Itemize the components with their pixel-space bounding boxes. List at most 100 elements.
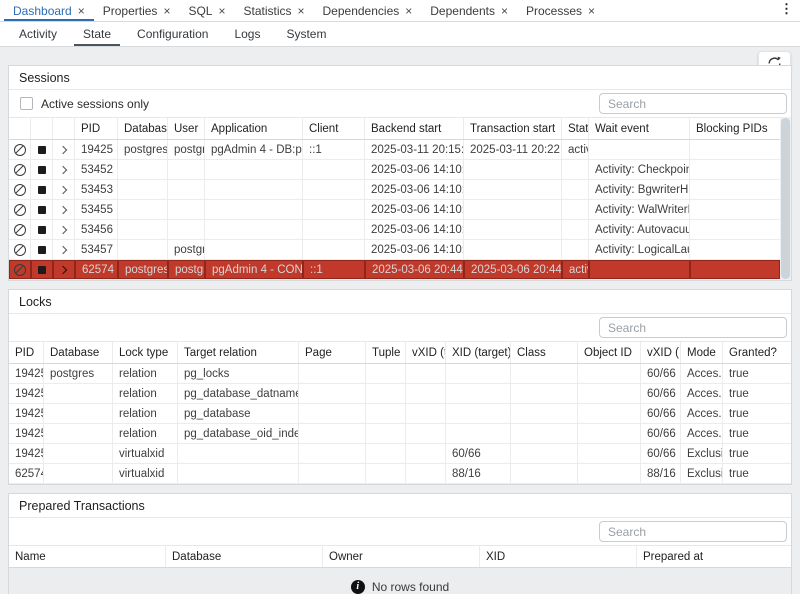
tab-dependents[interactable]: Dependents× — [421, 0, 517, 21]
column-header-application[interactable]: Application — [205, 118, 303, 139]
scrollbar-thumb[interactable] — [781, 118, 790, 279]
table-row[interactable]: 53457postgr...2025-03-06 14:10:11 ...Act… — [9, 240, 780, 260]
dashboard-subtab-bar: Activity State Configuration Logs System — [0, 22, 800, 47]
close-icon[interactable]: × — [405, 5, 412, 17]
table-row[interactable]: 534562025-03-06 14:10:11 ...Activity: Au… — [9, 220, 780, 240]
table-row[interactable]: 19425relationpg_database_datname_ind...6… — [9, 384, 791, 404]
column-header-client[interactable]: Client — [303, 118, 365, 139]
table-row[interactable]: 534552025-03-06 14:10:11 ...Activity: Wa… — [9, 200, 780, 220]
subtab-logs[interactable]: Logs — [225, 22, 269, 46]
table-row[interactable]: 19425virtualxid60/6660/66Exclusi...true — [9, 444, 791, 464]
table-row[interactable]: 534522025-03-06 14:10:11 ...Activity: Ch… — [9, 160, 780, 180]
terminate-session-button[interactable] — [31, 180, 53, 199]
subtab-activity[interactable]: Activity — [10, 22, 66, 46]
subtab-state[interactable]: State — [74, 22, 120, 46]
table-cell — [690, 200, 780, 219]
table-row[interactable]: 19425relationpg_database60/66Acces...tru… — [9, 404, 791, 424]
subtab-configuration[interactable]: Configuration — [128, 22, 217, 46]
column-header-granted-[interactable]: Granted? — [723, 342, 791, 363]
tab-dashboard[interactable]: Dashboard× — [4, 0, 94, 21]
expand-row-button[interactable] — [53, 260, 75, 279]
column-header-backend-start[interactable]: Backend start — [365, 118, 464, 139]
table-cell: 60/66 — [641, 364, 681, 383]
table-row[interactable]: 62574virtualxid88/1688/16Exclusi...true — [9, 464, 791, 484]
tab-statistics[interactable]: Statistics× — [234, 0, 313, 21]
column-header-tuple[interactable]: Tuple — [366, 342, 406, 363]
column-header-owner[interactable]: Owner — [323, 546, 480, 567]
column-header-database[interactable]: Database — [118, 118, 168, 139]
sessions-panel: Sessions Active sessions only PIDDatabas… — [8, 65, 792, 281]
close-icon[interactable]: × — [163, 5, 170, 17]
column-header-page[interactable]: Page — [299, 342, 366, 363]
terminate-session-icon — [38, 226, 46, 234]
expand-row-button[interactable] — [53, 140, 75, 159]
table-cell — [562, 220, 589, 239]
table-cell: virtualxid — [113, 464, 178, 483]
active-sessions-checkbox[interactable] — [20, 97, 33, 110]
table-cell: 2025-03-11 20:15:46 ... — [365, 140, 464, 159]
column-header-database[interactable]: Database — [44, 342, 113, 363]
cancel-session-button[interactable] — [9, 140, 31, 159]
table-row[interactable]: 19425postgresrelationpg_locks60/66Acces.… — [9, 364, 791, 384]
table-cell: relation — [113, 424, 178, 443]
tab-processes[interactable]: Processes× — [517, 0, 604, 21]
tab-properties[interactable]: Properties× — [94, 0, 180, 21]
table-row[interactable]: 534532025-03-06 14:10:11 ...Activity: Bg… — [9, 180, 780, 200]
cancel-session-button[interactable] — [9, 260, 31, 279]
tab-dependencies[interactable]: Dependencies× — [314, 0, 422, 21]
column-header-mode[interactable]: Mode — [681, 342, 723, 363]
terminate-session-button[interactable] — [31, 240, 53, 259]
column-header-vxid-t-[interactable]: vXID (t... — [406, 342, 446, 363]
column-header-target-relation[interactable]: Target relation — [178, 342, 299, 363]
table-row[interactable]: 62574postgrespostgr...pgAdmin 4 - CONN:6… — [9, 260, 780, 280]
locks-search-input[interactable] — [599, 317, 787, 338]
column-header-lock-type[interactable]: Lock type — [113, 342, 178, 363]
terminate-session-button[interactable] — [31, 140, 53, 159]
column-header-prepared-at[interactable]: Prepared at — [637, 546, 791, 567]
expand-row-button[interactable] — [53, 240, 75, 259]
column-header-database[interactable]: Database — [166, 546, 323, 567]
column-header-xid-target-[interactable]: XID (target) — [446, 342, 511, 363]
sessions-scrollbar[interactable] — [780, 117, 791, 280]
column-header-name[interactable]: Name — [9, 546, 166, 567]
close-icon[interactable]: × — [218, 5, 225, 17]
terminate-session-button[interactable] — [31, 160, 53, 179]
column-header-object-id[interactable]: Object ID — [578, 342, 641, 363]
cancel-session-button[interactable] — [9, 160, 31, 179]
column-header-pid[interactable]: PID — [9, 342, 44, 363]
column-header-wait-event[interactable]: Wait event — [589, 118, 690, 139]
cancel-session-button[interactable] — [9, 180, 31, 199]
column-header-class[interactable]: Class — [511, 342, 578, 363]
expand-row-button[interactable] — [53, 200, 75, 219]
terminate-session-button[interactable] — [31, 220, 53, 239]
cancel-session-button[interactable] — [9, 220, 31, 239]
close-icon[interactable]: × — [78, 5, 85, 17]
no-rows-banner: i No rows found — [9, 568, 791, 594]
close-icon[interactable]: × — [588, 5, 595, 17]
prepared-search-input[interactable] — [599, 521, 787, 542]
kebab-menu-icon[interactable]: ⋮ — [773, 0, 800, 21]
column-header-user[interactable]: User — [168, 118, 205, 139]
terminate-session-button[interactable] — [31, 200, 53, 219]
table-row[interactable]: 19425relationpg_database_oid_index60/66A… — [9, 424, 791, 444]
expand-row-button[interactable] — [53, 180, 75, 199]
sessions-search-input[interactable] — [599, 93, 787, 114]
column-header-state[interactable]: State — [562, 118, 589, 139]
terminate-session-button[interactable] — [31, 260, 53, 279]
expand-row-button[interactable] — [53, 220, 75, 239]
column-header-vxid-[interactable]: vXID (... — [641, 342, 681, 363]
column-header-xid[interactable]: XID — [480, 546, 637, 567]
table-row[interactable]: 19425postgrespostgr...pgAdmin 4 - DB:pos… — [9, 140, 780, 160]
expand-row-button[interactable] — [53, 160, 75, 179]
column-header-transaction-start[interactable]: Transaction start — [464, 118, 562, 139]
table-cell: Exclusi... — [681, 444, 723, 463]
close-icon[interactable]: × — [298, 5, 305, 17]
close-icon[interactable]: × — [501, 5, 508, 17]
cancel-session-button[interactable] — [9, 200, 31, 219]
column-header-pid[interactable]: PID — [75, 118, 118, 139]
table-cell — [366, 404, 406, 423]
tab-sql[interactable]: SQL× — [179, 0, 234, 21]
subtab-system[interactable]: System — [277, 22, 335, 46]
column-header-blocking-pids[interactable]: Blocking PIDs — [690, 118, 780, 139]
cancel-session-button[interactable] — [9, 240, 31, 259]
